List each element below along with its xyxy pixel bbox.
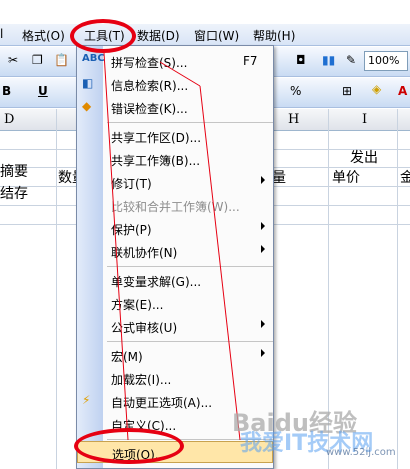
copy-icon[interactable]: ❐ [32, 53, 43, 67]
cell-text: 金 [400, 170, 410, 186]
menu-separator [107, 341, 273, 342]
zoom-box[interactable]: 100% [364, 51, 408, 71]
menu-item-macro[interactable]: 宏(M) [77, 344, 273, 366]
menu-item-compare-merge: 比较和合并工作簿(W)... [111, 200, 240, 214]
cut-icon[interactable]: ✂ [8, 53, 18, 67]
menu-item-protection[interactable]: 保护(P) [77, 217, 273, 239]
menu-item-scenarios[interactable]: 方案(E)... [77, 292, 273, 314]
menu-help[interactable]: 帮助(H) [253, 27, 295, 44]
cell-text: 单价 [332, 170, 360, 186]
cell-text: 发出 [350, 150, 378, 166]
menu-window[interactable]: 窗口(W) [194, 27, 239, 44]
menu-item-shared-workspace[interactable]: 共享工作区(D)... [77, 125, 273, 147]
cell-text: 结存 [0, 186, 28, 202]
cell-text: 量 [272, 170, 286, 186]
column-h[interactable]: H [288, 112, 299, 127]
menu-item-track-changes[interactable]: 修订(T) [77, 171, 273, 193]
submenu-arrow-icon [261, 349, 265, 357]
font-color-icon[interactable]: A [398, 84, 407, 98]
submenu-arrow-icon [261, 320, 265, 328]
camera-icon[interactable]: ◘ [296, 53, 306, 67]
grid-line [56, 109, 57, 469]
bold-button[interactable]: B [2, 84, 11, 98]
menu-separator [107, 122, 273, 123]
research-icon: ◧ [82, 76, 94, 90]
borders-icon[interactable]: ⊞ [342, 84, 352, 98]
underline-button[interactable]: U [38, 84, 48, 98]
menu-item-error-check[interactable]: ◆ 错误检查(K)... [77, 96, 273, 118]
highlight-ring-options [74, 428, 184, 464]
menu-item-research[interactable]: ◧ 信息检索(R)... [77, 73, 273, 95]
menu-item-spelling[interactable]: ABC 拼写检查(S)... F7 [77, 50, 273, 72]
paste-icon[interactable]: 📋 [54, 53, 69, 67]
cell-text: 摘要 [0, 164, 28, 180]
menu-item-goal-seek[interactable]: 单变量求解(G)... [77, 269, 273, 291]
column-i[interactable]: I [362, 112, 367, 127]
submenu-arrow-icon [261, 222, 265, 230]
menu-format[interactable]: 格式(O) [22, 27, 65, 44]
lightning-icon: ⚡ [82, 393, 91, 407]
menu-bar: l 格式(O) 工具(T) 数据(D) 窗口(W) 帮助(H) [0, 24, 410, 46]
menu-edge-fragment: l [0, 27, 4, 41]
menu-separator [107, 266, 273, 267]
chart-icon[interactable]: ▮▮ [322, 53, 335, 67]
submenu-arrow-icon [261, 245, 265, 253]
fill-color-icon[interactable]: ◈ [372, 82, 381, 96]
highlight-ring-tools [70, 19, 136, 53]
watermark-url: www.52ij.com [326, 447, 396, 458]
menu-item-online-collab[interactable]: 联机协作(N) [77, 240, 273, 262]
column-d[interactable]: D [4, 112, 14, 127]
grid-line [397, 109, 398, 469]
menu-data[interactable]: 数据(D) [137, 27, 180, 44]
menu-item-share-workbook[interactable]: 共享工作簿(B)... [77, 148, 273, 170]
drawing-icon[interactable]: ✎ [346, 53, 356, 67]
percent-icon[interactable]: % [290, 84, 301, 98]
spelling-icon: ABC [82, 53, 105, 64]
menu-item-addins[interactable]: 加载宏(I)... [77, 367, 273, 389]
submenu-arrow-icon [261, 176, 265, 184]
warning-icon: ◆ [82, 99, 92, 113]
menu-item-formula-audit[interactable]: 公式审核(U) [77, 315, 273, 337]
